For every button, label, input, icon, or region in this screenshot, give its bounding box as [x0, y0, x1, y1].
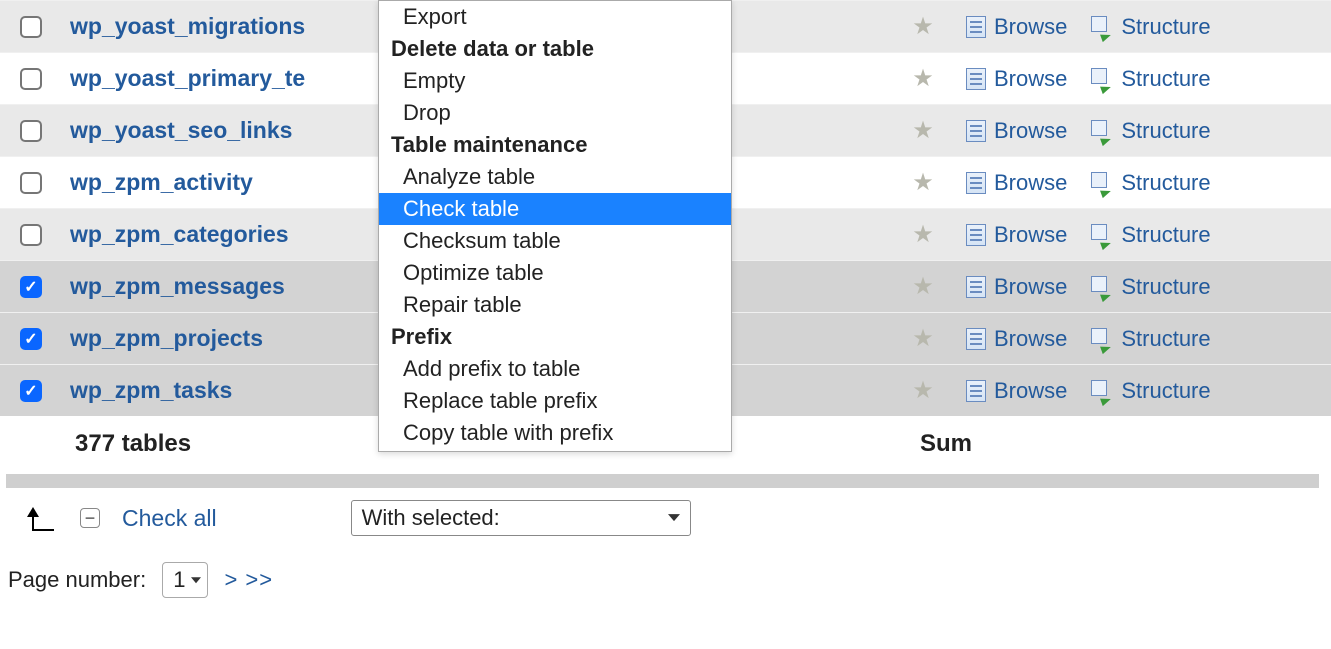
browse-link[interactable]: Browse: [966, 222, 1067, 248]
browse-label: Browse: [994, 66, 1067, 92]
page-number-select[interactable]: 1: [162, 562, 208, 598]
favorite-star-icon[interactable]: ★: [910, 376, 936, 405]
menu-checksum[interactable]: Checksum table: [379, 225, 731, 257]
row-checkbox[interactable]: [20, 224, 42, 246]
favorite-star-icon[interactable]: ★: [910, 272, 936, 301]
partial-check-icon[interactable]: −: [80, 508, 100, 528]
row-checkbox[interactable]: ✓: [20, 380, 42, 402]
browse-icon: [966, 224, 986, 246]
structure-icon: [1091, 172, 1113, 194]
menu-analyze[interactable]: Analyze table: [379, 161, 731, 193]
browse-label: Browse: [994, 170, 1067, 196]
structure-icon: [1091, 120, 1113, 142]
with-selected-dropdown[interactable]: With selected:: [351, 500, 691, 536]
browse-link[interactable]: Browse: [966, 170, 1067, 196]
structure-link[interactable]: Structure: [1091, 66, 1210, 92]
structure-link[interactable]: Structure: [1091, 274, 1210, 300]
structure-label: Structure: [1121, 66, 1210, 92]
browse-link[interactable]: Browse: [966, 378, 1067, 404]
browse-label: Browse: [994, 326, 1067, 352]
sum-label: Sum: [920, 430, 972, 458]
browse-icon: [966, 276, 986, 298]
structure-link[interactable]: Structure: [1091, 118, 1210, 144]
browse-label: Browse: [994, 118, 1067, 144]
menu-drop[interactable]: Drop: [379, 97, 731, 129]
structure-label: Structure: [1121, 118, 1210, 144]
browse-icon: [966, 120, 986, 142]
browse-link[interactable]: Browse: [966, 274, 1067, 300]
browse-label: Browse: [994, 14, 1067, 40]
favorite-star-icon[interactable]: ★: [910, 220, 936, 249]
check-all-link[interactable]: Check all: [122, 505, 217, 532]
browse-label: Browse: [994, 378, 1067, 404]
browse-link[interactable]: Browse: [966, 326, 1067, 352]
row-checkbox[interactable]: ✓: [20, 276, 42, 298]
row-checkbox[interactable]: [20, 120, 42, 142]
page-number-label: Page number:: [8, 567, 146, 593]
browse-icon: [966, 380, 986, 402]
browse-icon: [966, 68, 986, 90]
menu-add-prefix[interactable]: Add prefix to table: [379, 353, 731, 385]
structure-label: Structure: [1121, 170, 1210, 196]
structure-link[interactable]: Structure: [1091, 326, 1210, 352]
row-checkbox[interactable]: [20, 172, 42, 194]
menu-replace-prefix[interactable]: Replace table prefix: [379, 385, 731, 417]
table-list-container: wp_yoast_migrations★BrowseStructurewp_yo…: [0, 0, 1331, 610]
menu-empty[interactable]: Empty: [379, 65, 731, 97]
browse-link[interactable]: Browse: [966, 118, 1067, 144]
browse-label: Browse: [994, 274, 1067, 300]
bulk-action-footer: − Check all With selected:: [0, 494, 1331, 550]
browse-link[interactable]: Browse: [966, 66, 1067, 92]
menu-export[interactable]: Export: [379, 1, 731, 33]
row-checkbox[interactable]: [20, 68, 42, 90]
structure-link[interactable]: Structure: [1091, 170, 1210, 196]
horizontal-scrollbar[interactable]: [6, 474, 1319, 488]
favorite-star-icon[interactable]: ★: [910, 324, 936, 353]
row-checkbox[interactable]: ✓: [20, 328, 42, 350]
select-pointer-icon: [28, 503, 58, 533]
structure-icon: [1091, 68, 1113, 90]
menu-group-maintenance: Table maintenance: [379, 129, 731, 161]
structure-icon: [1091, 224, 1113, 246]
menu-copy-prefix[interactable]: Copy table with prefix: [379, 417, 731, 449]
menu-group-prefix: Prefix: [379, 321, 731, 353]
favorite-star-icon[interactable]: ★: [910, 168, 936, 197]
structure-icon: [1091, 328, 1113, 350]
browse-label: Browse: [994, 222, 1067, 248]
structure-label: Structure: [1121, 222, 1210, 248]
browse-link[interactable]: Browse: [966, 14, 1067, 40]
structure-icon: [1091, 380, 1113, 402]
pagination-footer: Page number: 1 > >>: [0, 550, 1331, 610]
structure-icon: [1091, 276, 1113, 298]
structure-label: Structure: [1121, 326, 1210, 352]
menu-check[interactable]: Check table: [379, 193, 731, 225]
structure-link[interactable]: Structure: [1091, 14, 1210, 40]
structure-icon: [1091, 16, 1113, 38]
menu-group-delete: Delete data or table: [379, 33, 731, 65]
structure-label: Structure: [1121, 378, 1210, 404]
structure-link[interactable]: Structure: [1091, 378, 1210, 404]
favorite-star-icon[interactable]: ★: [910, 12, 936, 41]
pagination-next[interactable]: > >>: [224, 567, 273, 593]
structure-link[interactable]: Structure: [1091, 222, 1210, 248]
favorite-star-icon[interactable]: ★: [910, 64, 936, 93]
bulk-action-menu: Export Delete data or table Empty Drop T…: [378, 0, 732, 452]
browse-icon: [966, 328, 986, 350]
browse-icon: [966, 16, 986, 38]
structure-label: Structure: [1121, 274, 1210, 300]
favorite-star-icon[interactable]: ★: [910, 116, 936, 145]
structure-label: Structure: [1121, 14, 1210, 40]
row-checkbox[interactable]: [20, 16, 42, 38]
menu-repair[interactable]: Repair table: [379, 289, 731, 321]
menu-optimize[interactable]: Optimize table: [379, 257, 731, 289]
browse-icon: [966, 172, 986, 194]
